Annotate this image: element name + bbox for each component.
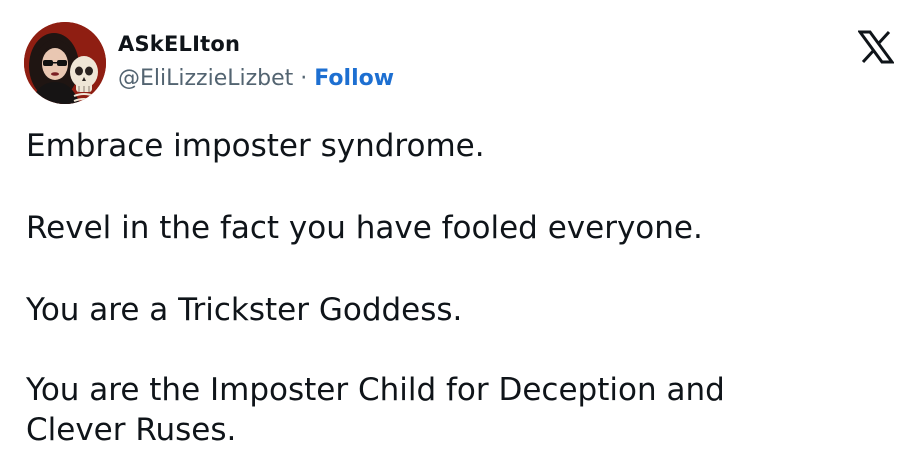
- tweet-line: Embrace imposter syndrome.: [26, 128, 485, 164]
- display-name[interactable]: ASkELIton: [118, 32, 240, 56]
- separator-dot: ·: [300, 66, 315, 91]
- tweet-card: ASkELIton @EliLizzieLizbet · Follow Embr…: [0, 0, 922, 460]
- handle[interactable]: @EliLizzieLizbet: [118, 66, 293, 91]
- tweet-line: You are a Trickster Goddess.: [26, 292, 463, 328]
- tweet-line: Revel in the fact you have fooled everyo…: [26, 210, 703, 246]
- follow-button[interactable]: Follow: [314, 66, 394, 91]
- tweet-line: You are the Imposter Child for Deception…: [26, 372, 725, 408]
- avatar-image: [24, 22, 106, 104]
- author-meta: @EliLizzieLizbet · Follow: [118, 66, 394, 91]
- x-logo-icon[interactable]: [857, 30, 895, 64]
- tweet-line: Clever Ruses.: [26, 412, 237, 448]
- avatar[interactable]: [24, 22, 106, 104]
